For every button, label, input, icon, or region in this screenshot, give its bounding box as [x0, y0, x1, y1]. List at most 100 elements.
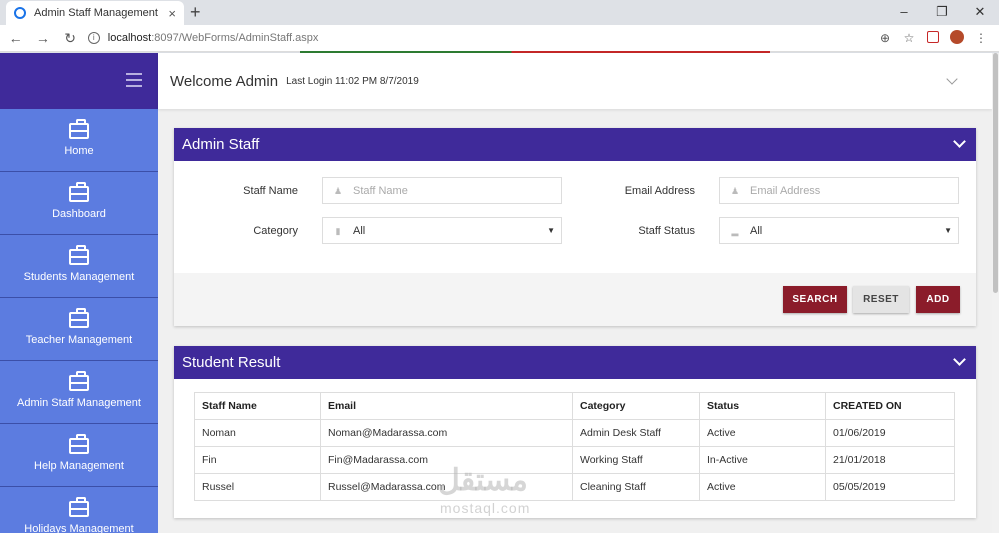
- restore-button[interactable]: ❐: [923, 0, 961, 25]
- tab-close-icon[interactable]: ×: [168, 6, 176, 21]
- status-label: Staff Status: [638, 225, 695, 237]
- info-icon[interactable]: i: [87, 32, 100, 44]
- sidebar-item-admin-staff[interactable]: Admin Staff Management: [0, 361, 158, 424]
- column-header[interactable]: Staff Name: [194, 392, 321, 420]
- hamburger-menu-icon[interactable]: [126, 73, 142, 91]
- table-cell: Russel: [194, 473, 321, 501]
- filter-actions: SEARCH RESET ADD: [174, 273, 976, 326]
- top-header: Welcome Admin Last Login 11:02 PM 8/7/20…: [158, 53, 992, 109]
- sidebar-item-label: Home: [64, 145, 94, 157]
- column-header[interactable]: Status: [699, 392, 826, 420]
- category-select[interactable]: ▮ All ▼: [322, 217, 562, 244]
- student-result-panel: Student Result Staff Name Email Category…: [174, 346, 976, 518]
- dropdown-caret-icon: ▼: [944, 226, 952, 235]
- briefcase-icon: [69, 434, 89, 454]
- briefcase-icon: [69, 245, 89, 265]
- panel-header: Student Result: [174, 346, 976, 379]
- browser-tab[interactable]: Admin Staff Management ×: [6, 1, 184, 25]
- admin-staff-panel: Admin Staff Staff Name ♟ Staff Name Emai…: [174, 128, 976, 326]
- table-cell: Admin Desk Staff: [572, 419, 700, 447]
- panel-title: Student Result: [182, 354, 281, 371]
- sidebar-item-dashboard[interactable]: Dashboard: [0, 172, 158, 235]
- url-path: :8097/WebForms/AdminStaff.aspx: [151, 32, 319, 44]
- back-arrow-icon[interactable]: ←: [4, 30, 27, 46]
- extension-icon[interactable]: [921, 30, 945, 46]
- table-cell: Active: [699, 473, 826, 501]
- minimize-button[interactable]: –: [885, 0, 923, 25]
- category-value: All: [353, 224, 366, 237]
- status-value: All: [750, 224, 763, 237]
- sidebar-header: [0, 53, 158, 109]
- table-cell: Noman: [194, 419, 321, 447]
- results-table: Staff Name Email Category Status CREATED…: [194, 392, 955, 501]
- browser-tab-bar: Admin Staff Management × + – ❐ ✕: [0, 0, 999, 25]
- search-button[interactable]: SEARCH: [783, 286, 847, 313]
- sidebar: Home Dashboard Students Management Teach…: [0, 53, 158, 533]
- forward-arrow-icon[interactable]: →: [31, 30, 54, 46]
- table-cell: Working Staff: [572, 446, 700, 474]
- favicon-icon: [14, 7, 26, 19]
- toolbar-actions: ⊕ ☆ ⋮: [873, 29, 993, 47]
- table-row[interactable]: Russel Russel@Madarassa.com Cleaning Sta…: [194, 473, 955, 501]
- page-scrollbar[interactable]: [992, 53, 999, 533]
- sidebar-item-students[interactable]: Students Management: [0, 235, 158, 298]
- profile-avatar[interactable]: [945, 29, 969, 47]
- address-bar[interactable]: i localhost:8097/WebForms/AdminStaff.asp…: [87, 27, 873, 49]
- chevron-down-icon[interactable]: [953, 353, 966, 366]
- table-cell: 01/06/2019: [825, 419, 955, 447]
- column-header[interactable]: CREATED ON: [825, 392, 955, 420]
- table-cell: Cleaning Staff: [572, 473, 700, 501]
- table-cell: 21/01/2018: [825, 446, 955, 474]
- sidebar-item-label: Help Management: [34, 460, 124, 472]
- chevron-down-icon[interactable]: [953, 135, 966, 148]
- dropdown-caret-icon: ▼: [547, 226, 555, 235]
- reset-button[interactable]: RESET: [853, 286, 909, 313]
- table-cell: Fin: [194, 446, 321, 474]
- zoom-icon[interactable]: ⊕: [873, 31, 897, 45]
- email-placeholder: Email Address: [750, 184, 821, 197]
- more-menu-icon[interactable]: ⋮: [969, 31, 993, 45]
- new-tab-button[interactable]: +: [190, 2, 201, 23]
- chevron-down-icon[interactable]: [946, 73, 958, 85]
- column-header[interactable]: Category: [572, 392, 700, 420]
- window-controls: – ❐ ✕: [885, 0, 999, 25]
- filter-form: Staff Name ♟ Staff Name Email Address ♟ …: [174, 161, 976, 273]
- briefcase-icon: [69, 497, 89, 517]
- add-button[interactable]: ADD: [916, 286, 960, 313]
- status-select[interactable]: ▂ All ▼: [719, 217, 959, 244]
- email-input[interactable]: ♟ Email Address: [719, 177, 959, 204]
- email-label: Email Address: [624, 185, 695, 197]
- watermark-logo: مستقل: [438, 464, 528, 497]
- briefcase-icon: [69, 371, 89, 391]
- user-icon: ♟: [333, 185, 343, 196]
- table-header-row: Staff Name Email Category Status CREATED…: [194, 392, 955, 420]
- sidebar-item-holidays[interactable]: Holidays Management: [0, 487, 158, 533]
- category-label: Category: [253, 225, 298, 237]
- app-root: Home Dashboard Students Management Teach…: [0, 53, 999, 533]
- watermark-url: mostaql.com: [440, 500, 531, 516]
- sidebar-item-home[interactable]: Home: [0, 109, 158, 172]
- document-icon: ▮: [335, 225, 341, 236]
- welcome-text: Welcome Admin: [170, 72, 279, 90]
- briefcase-icon: [69, 119, 89, 139]
- url-host: localhost: [107, 32, 152, 44]
- sidebar-item-label: Students Management: [23, 271, 135, 283]
- signal-bars-icon: ▂: [731, 225, 739, 236]
- table-row[interactable]: Fin Fin@Madarassa.com Working Staff In-A…: [194, 446, 955, 474]
- bookmark-star-icon[interactable]: ☆: [897, 31, 921, 45]
- table-row[interactable]: Noman Noman@Madarassa.com Admin Desk Sta…: [194, 419, 955, 447]
- close-window-button[interactable]: ✕: [961, 0, 999, 25]
- panel-title: Admin Staff: [182, 136, 260, 153]
- scrollbar-thumb[interactable]: [993, 53, 998, 293]
- panel-header: Admin Staff: [174, 128, 976, 161]
- last-login-text: Last Login 11:02 PM 8/7/2019: [286, 75, 419, 87]
- reload-icon[interactable]: ↻: [59, 30, 82, 47]
- sidebar-item-teachers[interactable]: Teacher Management: [0, 298, 158, 361]
- sidebar-item-help[interactable]: Help Management: [0, 424, 158, 487]
- table-cell: Noman@Madarassa.com: [320, 419, 573, 447]
- briefcase-icon: [69, 308, 89, 328]
- staff-name-input[interactable]: ♟ Staff Name: [322, 177, 562, 204]
- staff-name-placeholder: Staff Name: [353, 184, 408, 197]
- briefcase-icon: [69, 182, 89, 202]
- column-header[interactable]: Email: [320, 392, 573, 420]
